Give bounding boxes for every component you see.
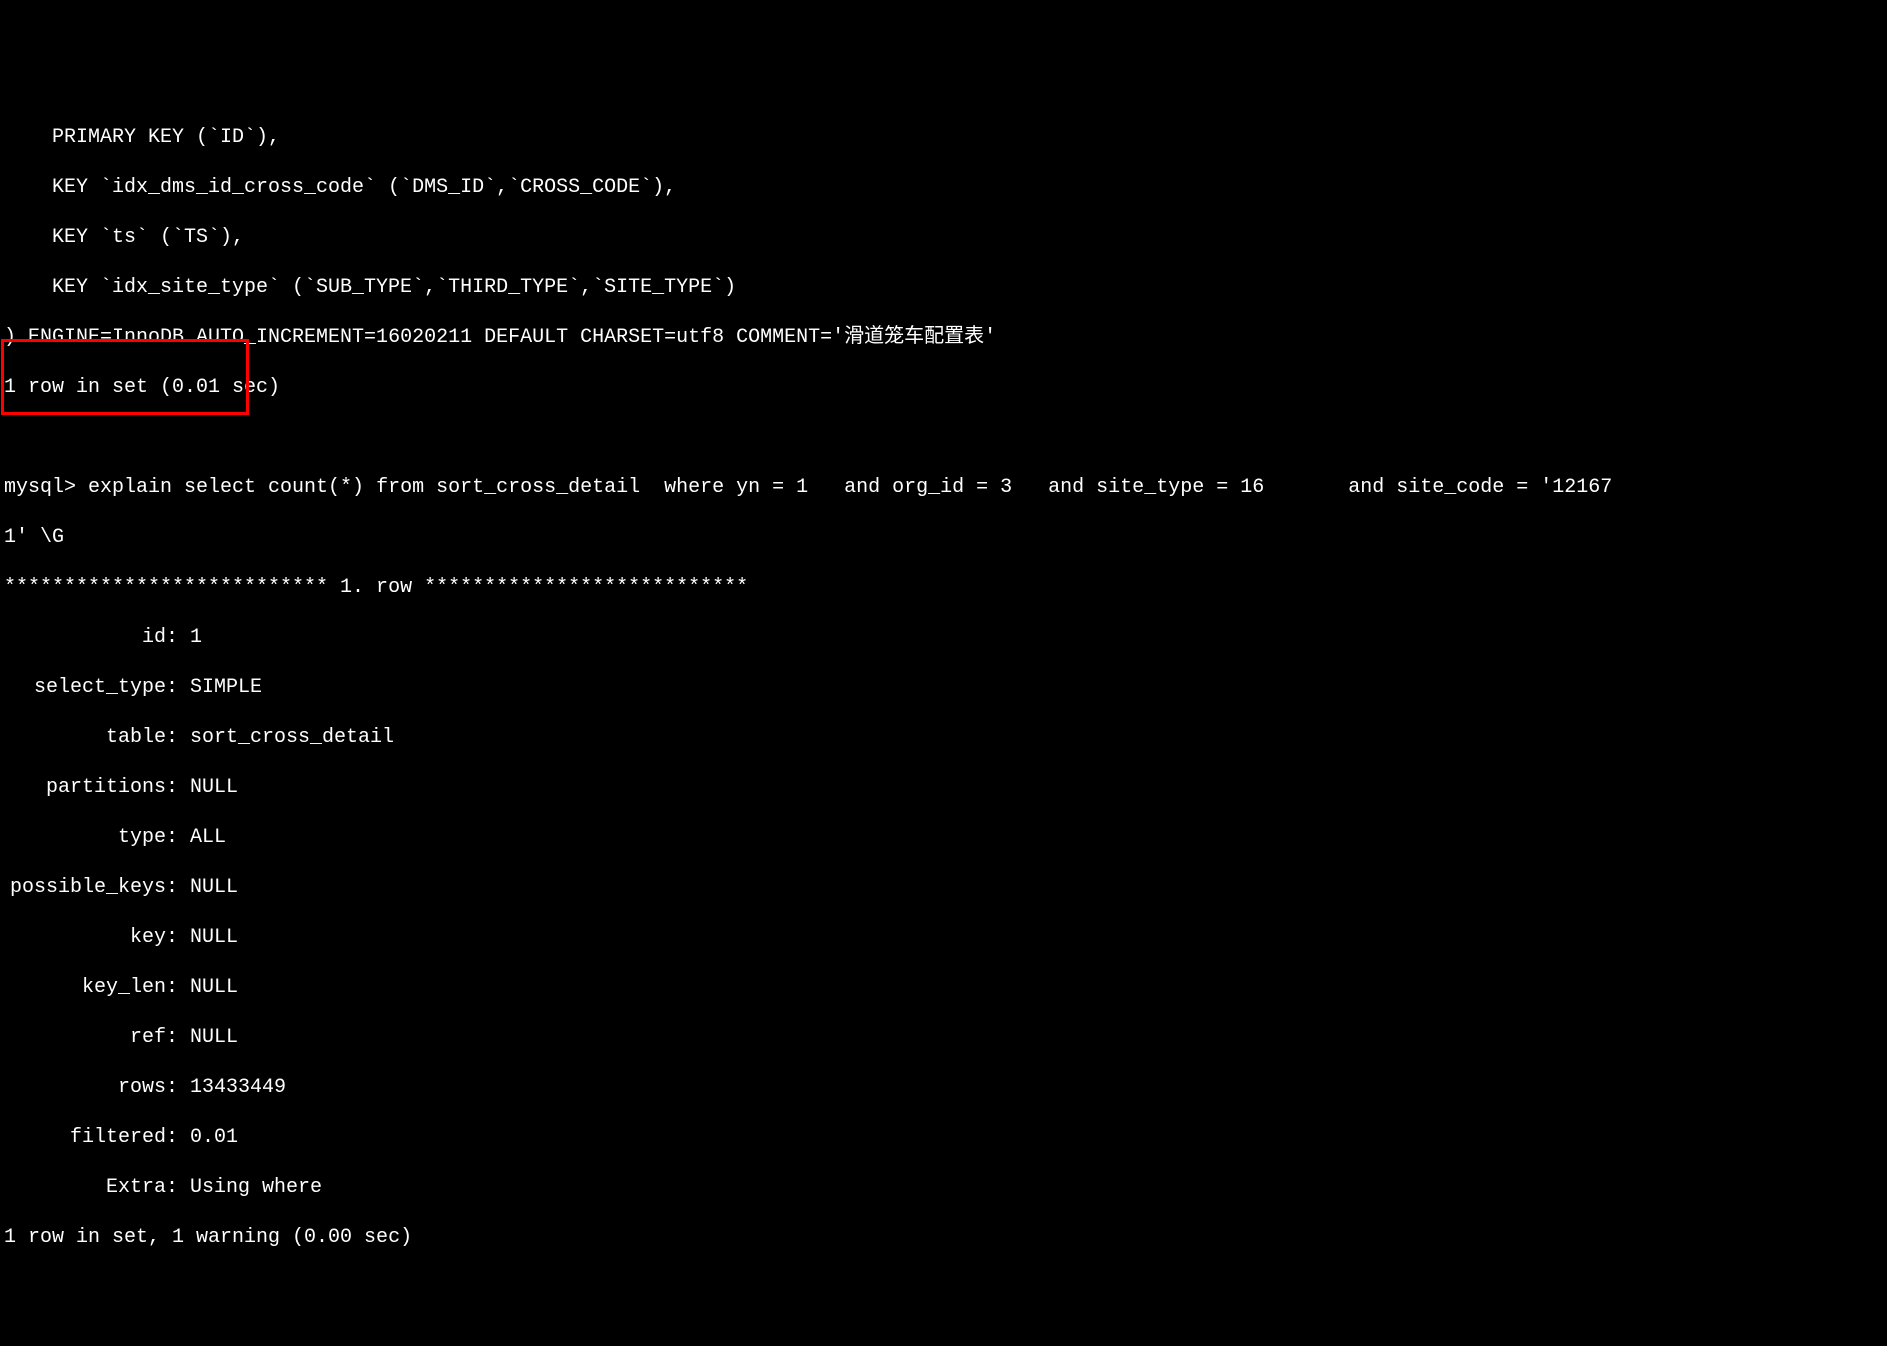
query-text-1: explain select count(*) from sort_cross_…	[88, 476, 1612, 499]
field-label: partitions	[4, 775, 166, 800]
field-value: Using where	[190, 1176, 322, 1199]
field-label: key	[4, 925, 166, 950]
explain-row-extra: Extra: Using where	[4, 1175, 1883, 1200]
blank-line	[4, 425, 1883, 450]
field-label: table	[4, 725, 166, 750]
field-label: key_len	[4, 975, 166, 1000]
explain-row-filtered: filtered: 0.01	[4, 1125, 1883, 1150]
schema-key-line-2: KEY `ts` (`TS`),	[4, 225, 1883, 250]
field-label: possible_keys	[4, 875, 166, 900]
field-label: Extra	[4, 1175, 166, 1200]
field-value: 13433449	[190, 1076, 286, 1099]
field-value: NULL	[190, 976, 238, 999]
field-label: filtered	[4, 1125, 166, 1150]
field-label: rows	[4, 1075, 166, 1100]
explain-row-key: key: NULL	[4, 925, 1883, 950]
schema-key-line-3: KEY `idx_site_type` (`SUB_TYPE`,`THIRD_T…	[4, 275, 1883, 300]
row-separator: *************************** 1. row *****…	[4, 575, 1883, 600]
field-value: sort_cross_detail	[190, 726, 394, 749]
query-line-2: 1' \G	[4, 525, 1883, 550]
explain-row-table: table: sort_cross_detail	[4, 725, 1883, 750]
schema-result-line: 1 row in set (0.01 sec)	[4, 375, 1883, 400]
explain-row-id: id: 1	[4, 625, 1883, 650]
field-value: 0.01	[190, 1126, 238, 1149]
explain-row-ref: ref: NULL	[4, 1025, 1883, 1050]
explain-row-type: type: ALL	[4, 825, 1883, 850]
field-value: SIMPLE	[190, 676, 262, 699]
schema-engine-line: ) ENGINE=InnoDB AUTO_INCREMENT=16020211 …	[4, 325, 1883, 350]
field-label: select_type	[4, 675, 166, 700]
mysql-prompt: mysql>	[4, 476, 88, 499]
field-label: ref	[4, 1025, 166, 1050]
explain-row-key-len: key_len: NULL	[4, 975, 1883, 1000]
field-value: NULL	[190, 1026, 238, 1049]
query-line-1: mysql> explain select count(*) from sort…	[4, 475, 1883, 500]
terminal-output: PRIMARY KEY (`ID`), KEY `idx_dms_id_cros…	[0, 100, 1887, 1275]
explain-row-select-type: select_type: SIMPLE	[4, 675, 1883, 700]
explain-row-partitions: partitions: NULL	[4, 775, 1883, 800]
field-value: ALL	[190, 826, 226, 849]
field-value: NULL	[190, 926, 238, 949]
explain-row-rows: rows: 13433449	[4, 1075, 1883, 1100]
schema-pk-line: PRIMARY KEY (`ID`),	[4, 125, 1883, 150]
schema-key-line-1: KEY `idx_dms_id_cross_code` (`DMS_ID`,`C…	[4, 175, 1883, 200]
field-label: id	[4, 625, 166, 650]
field-label: type	[4, 825, 166, 850]
field-value: 1	[190, 626, 202, 649]
field-value: NULL	[190, 776, 238, 799]
explain-row-possible-keys: possible_keys: NULL	[4, 875, 1883, 900]
explain-result-line: 1 row in set, 1 warning (0.00 sec)	[4, 1225, 1883, 1250]
field-value: NULL	[190, 876, 238, 899]
